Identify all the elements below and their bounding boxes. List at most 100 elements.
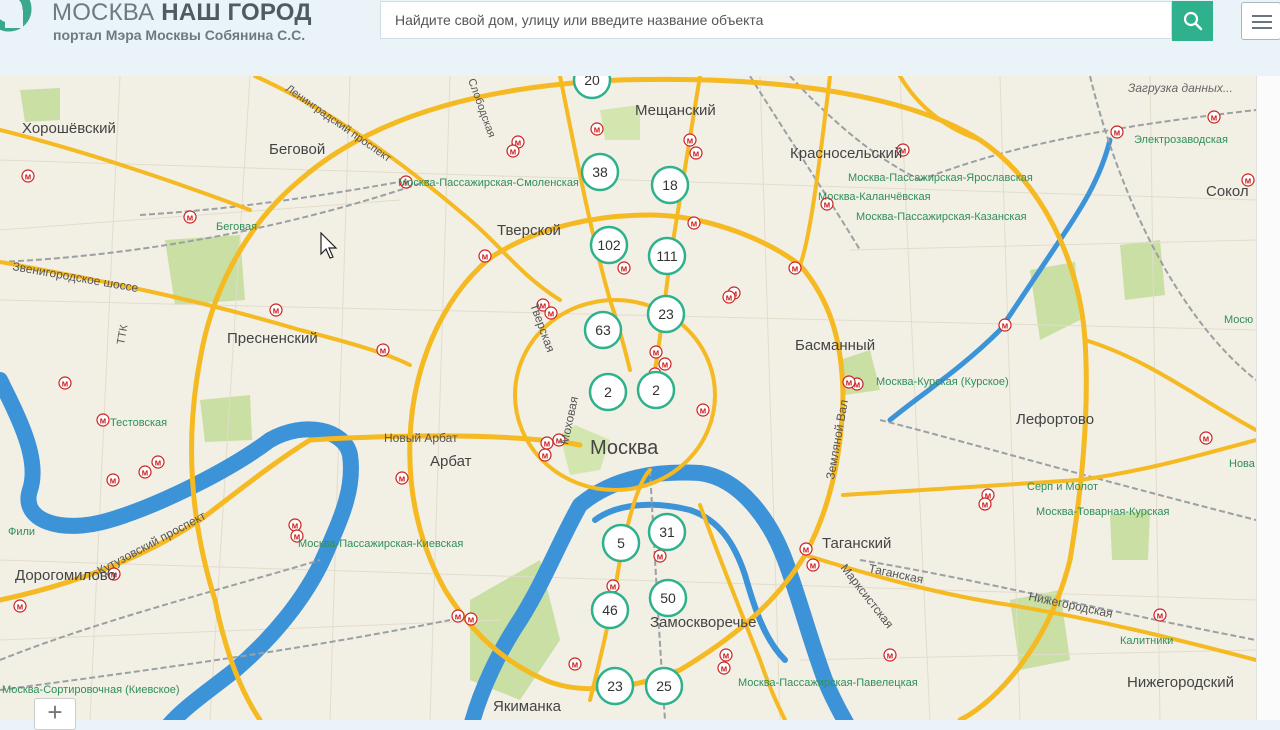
metro-station-icon[interactable]: м xyxy=(269,303,283,317)
svg-text:м: м xyxy=(1114,128,1121,138)
cluster-marker[interactable]: 31 xyxy=(647,512,687,552)
page-scrollbar[interactable] xyxy=(1256,76,1280,720)
metro-station-icon[interactable]: м xyxy=(717,661,731,675)
mouse-cursor xyxy=(320,232,338,259)
zoom-in-button[interactable]: + xyxy=(34,698,76,730)
cluster-marker[interactable]: 18 xyxy=(650,165,690,205)
metro-station-icon[interactable]: м xyxy=(687,216,701,230)
metro-station-icon[interactable]: м xyxy=(540,436,554,450)
svg-text:м: м xyxy=(572,660,579,670)
district-label: Сокол xyxy=(1206,183,1249,200)
metro-station-icon[interactable]: м xyxy=(288,518,302,532)
cluster-count: 31 xyxy=(659,524,675,540)
metro-station-icon[interactable]: м xyxy=(617,261,631,275)
site-title[interactable]: МОСКВА НАШ ГОРОД xyxy=(52,0,312,27)
svg-text:м: м xyxy=(187,213,194,223)
metro-station-icon[interactable]: м xyxy=(96,413,110,427)
cluster-marker[interactable]: 23 xyxy=(646,294,686,334)
metro-station-icon[interactable]: м xyxy=(658,357,672,371)
cluster-marker[interactable]: 102 xyxy=(589,225,629,265)
metro-station-icon[interactable]: м xyxy=(719,648,733,662)
svg-text:м: м xyxy=(594,125,601,135)
cluster-marker[interactable]: 20 xyxy=(572,76,612,100)
metro-station-icon[interactable]: м xyxy=(478,249,492,263)
park-area xyxy=(200,395,252,442)
metro-station-icon[interactable]: м xyxy=(138,465,152,479)
metro-station-icon[interactable]: м xyxy=(696,403,710,417)
metro-station-icon[interactable]: м xyxy=(606,579,620,593)
cluster-marker[interactable]: 63 xyxy=(583,310,623,350)
metro-station-icon[interactable]: м xyxy=(1153,608,1167,622)
metro-station-icon[interactable]: м xyxy=(376,343,390,357)
district-label: Хорошёвский xyxy=(22,120,116,137)
district-label: Таганский xyxy=(822,535,891,552)
cluster-marker[interactable]: 38 xyxy=(580,152,620,192)
metro-station-icon[interactable]: м xyxy=(649,345,663,359)
station-label: Москва-Товарная-Курская xyxy=(1036,506,1170,518)
cluster-marker[interactable]: 111 xyxy=(647,236,687,276)
metro-station-icon[interactable]: м xyxy=(978,497,992,511)
svg-text:м: м xyxy=(155,458,162,468)
metro-station-icon[interactable]: м xyxy=(1110,125,1124,139)
metro-station-icon[interactable]: м xyxy=(21,169,35,183)
cluster-marker[interactable]: 23 xyxy=(595,666,635,706)
blocks-layer xyxy=(0,76,1256,720)
hamburger-icon xyxy=(1252,15,1272,29)
metro-station-icon[interactable]: м xyxy=(568,657,582,671)
metro-station-icon[interactable]: м xyxy=(806,558,820,572)
station-label: Москва-Курская (Курское) xyxy=(876,376,1009,388)
park-area xyxy=(1120,240,1165,300)
cluster-marker[interactable]: 2 xyxy=(636,370,676,410)
station-label: Фили xyxy=(8,526,35,538)
search-button[interactable] xyxy=(1172,1,1213,41)
cluster-count: 23 xyxy=(607,678,623,694)
metro-station-icon[interactable]: м xyxy=(464,612,478,626)
cluster-count: 18 xyxy=(662,177,678,193)
metro-station-icon[interactable]: м xyxy=(883,648,897,662)
metro-station-icon[interactable]: м xyxy=(683,133,697,147)
metro-station-icon[interactable]: м xyxy=(451,609,465,623)
metro-station-icon[interactable]: м xyxy=(151,455,165,469)
cluster-count: 50 xyxy=(660,590,676,606)
cluster-marker[interactable]: 25 xyxy=(644,666,684,706)
svg-text:м: м xyxy=(621,264,628,274)
station-label: Беговая xyxy=(216,221,257,233)
metro-station-icon[interactable]: м xyxy=(722,290,736,304)
metro-station-icon[interactable]: м xyxy=(1207,110,1221,124)
cluster-marker[interactable]: 46 xyxy=(590,590,630,630)
svg-text:м: м xyxy=(544,439,551,449)
svg-text:м: м xyxy=(662,360,669,370)
metro-station-icon[interactable]: м xyxy=(653,549,667,563)
cluster-count: 111 xyxy=(656,248,677,264)
metro-station-icon[interactable]: м xyxy=(788,261,802,275)
metro-station-icon[interactable]: м xyxy=(395,471,409,485)
cluster-count: 38 xyxy=(592,164,608,180)
metro-layer: м м м м м м м м м м м м м м м м м м м м м м м м м м м м м м м м м м м м м м м м… xyxy=(13,110,1255,675)
cluster-marker[interactable]: 2 xyxy=(588,372,628,412)
metro-station-icon[interactable]: м xyxy=(58,376,72,390)
metro-station-icon[interactable]: м xyxy=(183,210,197,224)
search-input[interactable] xyxy=(380,1,1172,39)
metro-station-icon[interactable]: м xyxy=(590,122,604,136)
svg-text:м: м xyxy=(380,346,387,356)
metro-station-icon[interactable]: м xyxy=(106,473,120,487)
cluster-marker[interactable]: 5 xyxy=(601,523,641,563)
clusters-layer: 20381810211163232 2531465023 25 xyxy=(572,76,690,706)
metro-station-icon[interactable]: м xyxy=(1199,431,1213,445)
svg-text:м: м xyxy=(657,552,664,562)
metro-station-icon[interactable]: м xyxy=(689,146,703,160)
map-canvas[interactable]: м м м м м м м м м м м м м м м м м м м м м м м м м м м м м м м м м м м м м м м м… xyxy=(0,76,1256,720)
svg-text:м: м xyxy=(292,521,299,531)
metro-station-icon[interactable]: м xyxy=(799,542,813,556)
metro-station-icon[interactable]: м xyxy=(998,318,1012,332)
cluster-marker[interactable]: 50 xyxy=(648,578,688,618)
svg-text:м: м xyxy=(846,378,853,388)
metro-station-icon[interactable]: м xyxy=(842,375,856,389)
cluster-count: 63 xyxy=(595,322,611,338)
menu-button[interactable] xyxy=(1241,2,1280,40)
metro-station-icon[interactable]: м xyxy=(506,144,520,158)
cluster-count: 102 xyxy=(597,237,621,253)
city-map[interactable]: м м м м м м м м м м м м м м м м м м м м м м м м м м м м м м м м м м м м м м м м… xyxy=(0,76,1256,720)
metro-station-icon[interactable]: м xyxy=(538,448,552,462)
metro-station-icon[interactable]: м xyxy=(13,599,27,613)
